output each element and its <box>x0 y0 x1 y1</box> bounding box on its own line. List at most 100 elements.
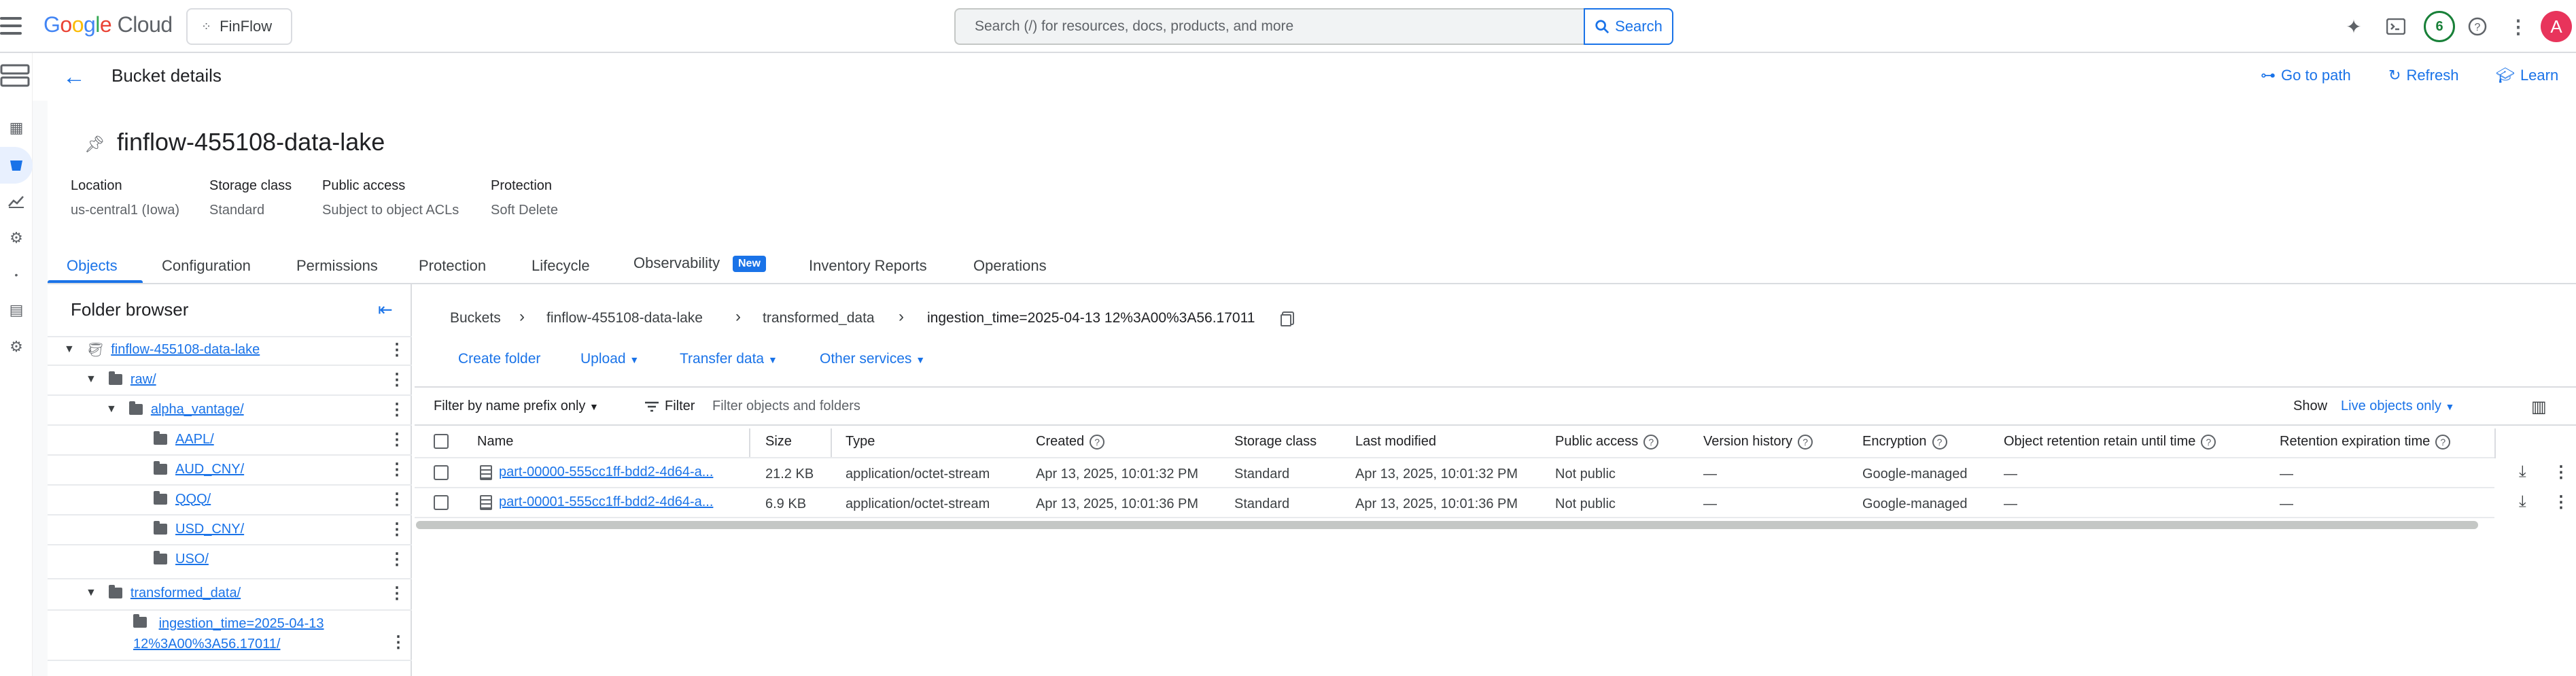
col-version-history[interactable]: Version history? <box>1703 434 1813 450</box>
breadcrumb-buckets[interactable]: Buckets <box>450 310 501 326</box>
tree-item-alpha-vantage[interactable]: ▼ alpha_vantage/ ⋮ <box>106 394 412 424</box>
gemini-icon[interactable]: ✦ <box>2341 14 2367 39</box>
column-separator[interactable] <box>831 428 832 458</box>
table-row[interactable]: part-00001-555cc1ff-bdd2-4d64-a... 6.9 K… <box>415 488 2576 517</box>
col-name[interactable]: Name <box>477 434 513 450</box>
column-separator[interactable] <box>749 428 750 458</box>
help-icon[interactable]: ? <box>1798 434 1813 450</box>
storage-list-icon[interactable]: ▤ <box>7 301 26 320</box>
column-display-icon[interactable]: ▥ <box>2531 397 2547 417</box>
more-vert-icon[interactable]: ⋮ <box>389 340 405 360</box>
project-picker[interactable]: ⁘ FinFlow <box>186 8 292 45</box>
create-folder-button[interactable]: Create folder <box>458 351 540 367</box>
tab-configuration[interactable]: Configuration <box>162 257 251 275</box>
tree-item-raw[interactable]: ▼ raw/ ⋮ <box>86 365 412 394</box>
tab-lifecycle[interactable]: Lifecycle <box>532 257 590 275</box>
dot-icon[interactable]: • <box>7 265 26 284</box>
tab-permissions[interactable]: Permissions <box>296 257 378 275</box>
more-vert-icon[interactable]: ⋮ <box>389 584 405 603</box>
main-menu-icon[interactable] <box>0 17 22 35</box>
tree-item-aapl[interactable]: AAPL/ ⋮ <box>154 424 412 454</box>
tab-protection[interactable]: Protection <box>419 257 486 275</box>
col-created[interactable]: Created? <box>1036 434 1105 450</box>
col-object-retention[interactable]: Object retention retain until time? <box>2004 434 2216 450</box>
col-public-access[interactable]: Public access? <box>1555 434 1659 450</box>
dashboard-icon[interactable]: ▦ <box>7 118 26 137</box>
settings-icon[interactable]: ⚙ <box>7 229 26 248</box>
col-type[interactable]: Type <box>846 434 875 450</box>
help-icon[interactable]: ? <box>1090 434 1105 450</box>
help-icon[interactable]: ? <box>1932 434 1947 450</box>
expand-triangle-icon[interactable]: ▼ <box>106 403 117 416</box>
tree-item-uso[interactable]: USO/ ⋮ <box>154 544 412 574</box>
row-checkbox[interactable] <box>434 465 449 480</box>
other-services-dropdown[interactable]: Other services ▼ <box>820 351 925 367</box>
filter-input[interactable]: Filter objects and folders <box>712 399 860 414</box>
download-icon[interactable]: ⤓ <box>2519 462 2526 481</box>
col-encryption[interactable]: Encryption? <box>1862 434 1947 450</box>
help-icon[interactable]: ? <box>1643 434 1659 450</box>
tree-item-ingestion-time[interactable]: ingestion_time=2025-04-13 12%3A00%3A56.1… <box>133 613 412 656</box>
tab-operations[interactable]: Operations <box>973 257 1047 275</box>
copy-icon[interactable] <box>1281 314 1291 326</box>
help-icon[interactable]: ? <box>2465 14 2490 39</box>
expand-triangle-icon[interactable]: ▼ <box>86 587 97 599</box>
gear-icon[interactable]: ⚙ <box>7 337 26 356</box>
more-vert-icon[interactable]: ⋮ <box>389 460 405 479</box>
table-row[interactable]: part-00000-555cc1ff-bdd2-4d64-a... 21.2 … <box>415 458 2576 487</box>
notifications-badge[interactable]: 6 <box>2424 11 2455 42</box>
cloud-shell-icon[interactable] <box>2383 14 2409 39</box>
more-vert-icon[interactable]: ⋮ <box>389 400 405 420</box>
transfer-data-dropdown[interactable]: Transfer data ▼ <box>680 351 778 367</box>
tree-item-bucket[interactable]: ▼ 🪣︎ finflow-455108-data-lake ⋮ <box>64 335 412 365</box>
show-objects-dropdown[interactable]: Live objects only ▼ <box>2341 399 2454 414</box>
avatar[interactable]: A <box>2541 11 2572 42</box>
more-vert-icon[interactable]: ⋮ <box>390 632 406 653</box>
col-size[interactable]: Size <box>765 434 792 450</box>
back-arrow-icon[interactable]: ← <box>63 64 86 90</box>
more-vert-icon[interactable]: ⋮ <box>2553 462 2569 482</box>
pin-icon[interactable]: 📌︎ <box>84 135 105 154</box>
tree-item-transformed-data[interactable]: ▼ transformed_data/ ⋮ <box>86 578 412 608</box>
expand-triangle-icon[interactable]: ▼ <box>64 343 75 356</box>
more-vert-icon[interactable]: ⋮ <box>2553 492 2569 512</box>
expand-triangle-icon[interactable]: ▼ <box>86 373 97 386</box>
more-vert-icon[interactable]: ⋮ <box>389 490 405 509</box>
tab-inventory-reports[interactable]: Inventory Reports <box>809 257 927 275</box>
col-storage-class[interactable]: Storage class <box>1234 434 1317 450</box>
tree-item-usd-cny[interactable]: USD_CNY/ ⋮ <box>154 514 412 544</box>
upload-dropdown[interactable]: Upload ▼ <box>580 351 639 367</box>
monitoring-icon[interactable] <box>7 192 26 211</box>
filter-prefix-dropdown[interactable]: Filter by name prefix only ▼ <box>434 399 599 414</box>
go-to-path-link[interactable]: ⊶ Go to path <box>2261 67 2351 84</box>
tree-item-aud-cny[interactable]: AUD_CNY/ ⋮ <box>154 454 412 484</box>
more-vert-icon[interactable]: ⋮ <box>389 370 405 390</box>
breadcrumb-transformed-data[interactable]: transformed_data <box>763 310 875 326</box>
search-button[interactable]: Search <box>1584 8 1673 45</box>
more-vert-icon[interactable]: ⋮ <box>2505 14 2531 39</box>
col-last-modified[interactable]: Last modified <box>1355 434 1436 450</box>
google-cloud-logo[interactable]: Google Cloud <box>43 12 173 37</box>
help-icon[interactable]: ? <box>2435 434 2451 450</box>
more-vert-icon[interactable]: ⋮ <box>389 550 405 569</box>
more-vert-icon[interactable]: ⋮ <box>389 520 405 539</box>
download-icon[interactable]: ⤓ <box>2519 492 2526 511</box>
filter-button[interactable]: Filter <box>644 399 695 414</box>
more-vert-icon[interactable]: ⋮ <box>389 430 405 450</box>
select-all-checkbox[interactable] <box>434 434 449 449</box>
object-name-link[interactable]: part-00000-555cc1ff-bdd2-4d64-a... <box>480 464 713 480</box>
learn-button[interactable]: 🎓︎ Learn <box>2496 67 2558 84</box>
tab-observability[interactable]: Observability <box>633 254 720 272</box>
refresh-button[interactable]: ↻ Refresh <box>2388 67 2458 84</box>
horizontal-scrollbar[interactable] <box>416 521 2478 529</box>
row-checkbox[interactable] <box>434 495 449 510</box>
search-input[interactable]: Search (/) for resources, docs, products… <box>954 8 1585 45</box>
col-retention-expiration[interactable]: Retention expiration time? <box>2280 434 2451 450</box>
bucket-icon[interactable] <box>7 155 26 174</box>
tab-objects[interactable]: Objects <box>67 257 118 275</box>
object-name-link[interactable]: part-00001-555cc1ff-bdd2-4d64-a... <box>480 494 713 510</box>
product-menu-icon[interactable] <box>0 63 30 88</box>
help-icon[interactable]: ? <box>2201 434 2216 450</box>
collapse-panel-icon[interactable]: ⇤ <box>378 299 393 320</box>
breadcrumb-bucket[interactable]: finflow-455108-data-lake <box>546 310 703 326</box>
